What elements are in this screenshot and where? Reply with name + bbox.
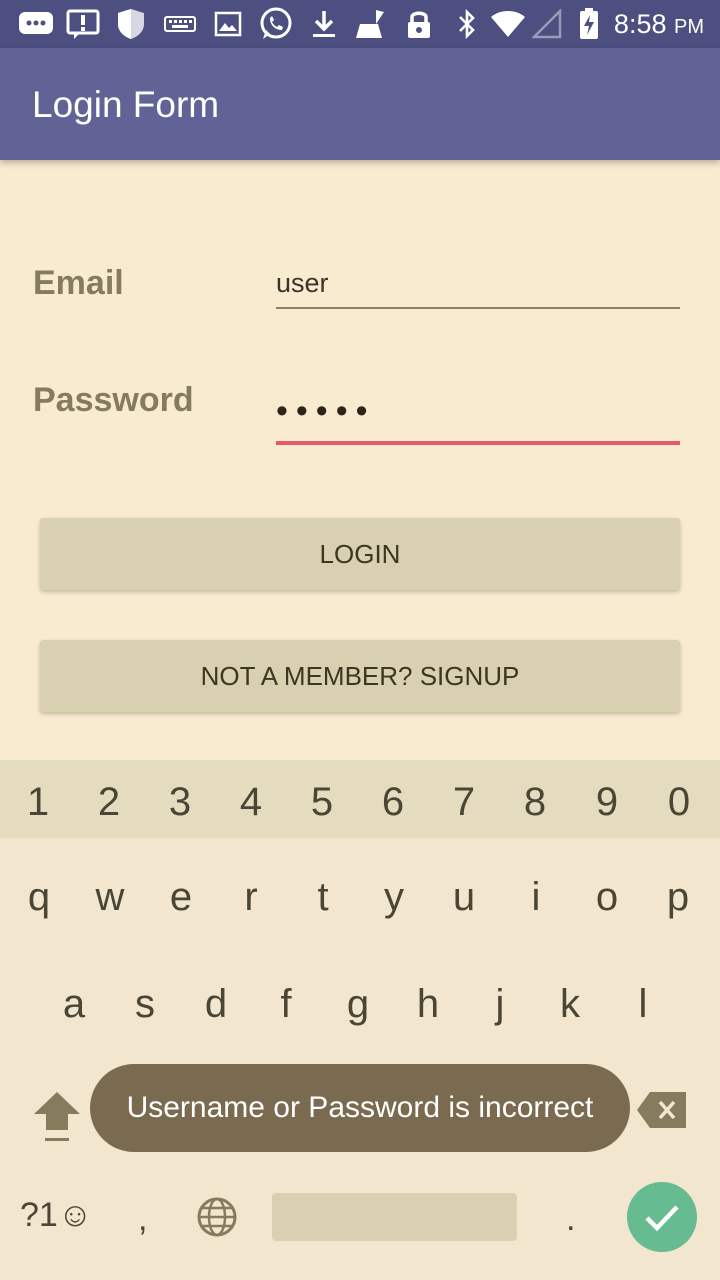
key-s[interactable]: s: [115, 982, 175, 1027]
status-time: 8:58 PM: [613, 9, 704, 39]
key-4[interactable]: 4: [221, 780, 281, 825]
image-icon: [214, 8, 242, 40]
key-7[interactable]: 7: [434, 780, 494, 825]
key-p[interactable]: p: [648, 875, 708, 920]
app-bar: Login Form: [0, 48, 720, 160]
wifi-icon: [490, 8, 526, 40]
signup-button[interactable]: NOT A MEMBER? SIGNUP: [40, 640, 680, 712]
period-key[interactable]: .: [566, 1200, 575, 1239]
status-bar: 8:58 PM: [0, 0, 720, 48]
key-l[interactable]: l: [613, 982, 673, 1027]
key-9[interactable]: 9: [577, 780, 637, 825]
key-h[interactable]: h: [398, 982, 458, 1027]
alert-icon: [66, 8, 100, 40]
email-value: user: [276, 268, 329, 298]
password-field[interactable]: •••••: [276, 392, 680, 446]
key-y[interactable]: y: [364, 875, 424, 920]
key-t[interactable]: t: [293, 875, 353, 920]
page-title: Login Form: [32, 84, 220, 125]
key-e[interactable]: e: [151, 875, 211, 920]
error-toast: Username or Password is incorrect: [90, 1064, 630, 1152]
password-label: Password: [33, 381, 194, 419]
key-6[interactable]: 6: [363, 780, 423, 825]
key-i[interactable]: i: [506, 875, 566, 920]
backspace-key[interactable]: [636, 1090, 688, 1130]
message-icon: [18, 8, 54, 40]
password-underline: [276, 441, 680, 445]
key-2[interactable]: 2: [79, 780, 139, 825]
language-key[interactable]: [196, 1196, 238, 1238]
login-button[interactable]: LOGIN: [40, 518, 680, 590]
number-row: 1 2 3 4 5 6 7 8 9 0: [0, 760, 720, 838]
download-icon: [310, 8, 338, 40]
shield-icon: [116, 8, 146, 40]
shift-arrow-icon: [34, 1092, 80, 1141]
key-5[interactable]: 5: [292, 780, 352, 825]
key-o[interactable]: o: [577, 875, 637, 920]
key-8[interactable]: 8: [505, 780, 565, 825]
password-value: •••••: [276, 392, 376, 430]
key-0[interactable]: 0: [649, 780, 709, 825]
email-label: Email: [33, 264, 124, 302]
whatsapp-icon: [258, 7, 294, 40]
globe-icon: [197, 1197, 237, 1237]
enter-key[interactable]: [627, 1182, 697, 1252]
broom-icon: [354, 8, 388, 40]
key-f[interactable]: f: [256, 982, 316, 1027]
key-u[interactable]: u: [434, 875, 494, 920]
lock-icon: [406, 8, 432, 40]
key-a[interactable]: a: [44, 982, 104, 1027]
key-r[interactable]: r: [221, 875, 281, 920]
backspace-icon: [637, 1092, 686, 1128]
comma-key[interactable]: ,: [138, 1200, 147, 1239]
key-q[interactable]: q: [9, 875, 69, 920]
key-g[interactable]: g: [328, 982, 388, 1027]
battery-icon: [578, 8, 600, 40]
key-j[interactable]: j: [470, 982, 530, 1027]
key-w[interactable]: w: [80, 875, 140, 920]
key-k[interactable]: k: [540, 982, 600, 1027]
keyboard-icon: [164, 8, 196, 40]
checkmark-icon: [645, 1205, 679, 1232]
symbols-key[interactable]: ?1☺: [20, 1196, 93, 1235]
email-field[interactable]: user: [276, 268, 680, 310]
shift-key[interactable]: [30, 1088, 84, 1144]
signal-icon: [532, 8, 562, 40]
space-key[interactable]: [272, 1193, 517, 1241]
key-d[interactable]: d: [186, 982, 246, 1027]
email-underline: [276, 307, 680, 309]
key-3[interactable]: 3: [150, 780, 210, 825]
key-1[interactable]: 1: [8, 780, 68, 825]
bluetooth-icon: [456, 8, 478, 40]
